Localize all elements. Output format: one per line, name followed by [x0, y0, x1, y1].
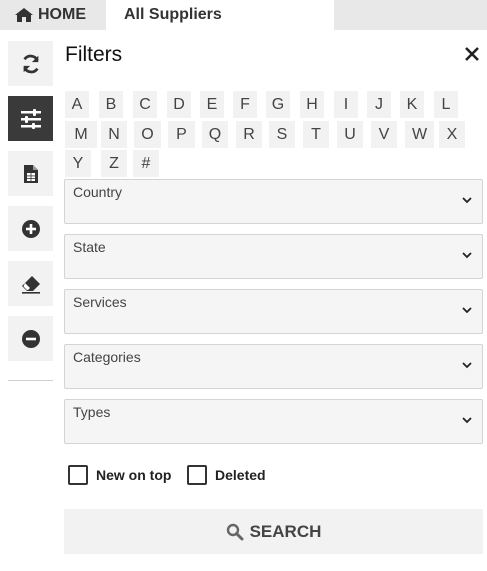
select-label: State [73, 239, 106, 255]
new-on-top-checkbox[interactable]: New on top [68, 465, 171, 485]
chevron-down-icon [462, 197, 472, 204]
letter-button[interactable]: Y [65, 150, 91, 177]
add-button[interactable] [8, 206, 53, 251]
refresh-button[interactable] [8, 41, 53, 86]
letter-button[interactable]: # [133, 150, 159, 177]
export-spreadsheet-button[interactable] [8, 151, 53, 196]
letter-button[interactable]: P [168, 121, 195, 148]
chevron-down-icon [462, 417, 472, 424]
letter-button[interactable]: N [101, 121, 127, 148]
rail-divider [8, 380, 53, 381]
new-on-top-label: New on top [96, 467, 172, 483]
search-icon [226, 523, 244, 540]
letter-button[interactable]: Q [202, 121, 228, 148]
letter-button[interactable]: R [236, 121, 262, 148]
letter-button[interactable]: S [269, 121, 295, 148]
letter-button[interactable]: I [334, 91, 358, 118]
state-select[interactable]: State [64, 234, 483, 279]
types-select[interactable]: Types [64, 399, 483, 444]
chevron-down-icon [462, 252, 472, 259]
letter-button[interactable]: B [99, 91, 123, 118]
tab-home[interactable]: HOME [0, 0, 106, 30]
letter-button[interactable]: W [405, 121, 434, 148]
panel-title: Filters [65, 43, 123, 66]
home-icon [15, 8, 33, 22]
spreadsheet-icon [23, 164, 38, 183]
letter-button[interactable]: A [65, 91, 89, 118]
minus-circle-icon [21, 329, 40, 348]
close-button[interactable] [462, 44, 482, 64]
deleted-label: Deleted [215, 467, 266, 483]
clear-filters-button[interactable] [8, 261, 53, 306]
letter-button[interactable]: F [233, 91, 257, 118]
letter-button[interactable]: Z [101, 150, 127, 177]
letter-button[interactable]: L [434, 91, 458, 118]
letter-button[interactable]: T [303, 121, 329, 148]
sliders-icon [20, 108, 41, 129]
letter-button[interactable]: K [400, 91, 424, 118]
letter-button[interactable]: M [65, 121, 97, 148]
plus-circle-icon [21, 219, 40, 238]
remove-button[interactable] [8, 316, 53, 361]
new-on-top-box[interactable] [68, 465, 88, 485]
tab-all-suppliers[interactable]: All Suppliers [106, 0, 334, 30]
tab-home-label: HOME [38, 6, 86, 23]
select-label: Services [73, 294, 127, 310]
refresh-icon [22, 54, 39, 73]
letter-button[interactable]: X [439, 121, 465, 148]
letter-button[interactable]: E [200, 91, 224, 118]
categories-select[interactable]: Categories [64, 344, 483, 389]
select-label: Country [73, 184, 123, 200]
chevron-down-icon [462, 362, 472, 369]
letter-button[interactable]: O [134, 121, 161, 148]
filters-toggle-button[interactable] [8, 96, 53, 141]
close-icon [465, 47, 479, 61]
letter-button[interactable]: C [133, 91, 157, 118]
letter-button[interactable]: G [266, 91, 290, 118]
letter-button[interactable]: V [371, 121, 397, 148]
chevron-down-icon [462, 307, 472, 314]
deleted-box[interactable] [187, 465, 207, 485]
letter-button[interactable]: U [337, 121, 363, 148]
deleted-checkbox[interactable]: Deleted [187, 465, 266, 485]
eraser-icon [21, 275, 40, 294]
letter-button[interactable]: J [367, 91, 391, 118]
country-select[interactable]: Country [64, 179, 483, 224]
select-label: Types [73, 404, 111, 420]
search-button[interactable]: SEARCH [64, 509, 483, 554]
services-select[interactable]: Services [64, 289, 483, 334]
letter-button[interactable]: H [300, 91, 324, 118]
search-label: SEARCH [249, 521, 322, 541]
letter-button[interactable]: D [167, 91, 191, 118]
select-label: Categories [73, 349, 141, 365]
tab-all-suppliers-label: All Suppliers [124, 6, 222, 23]
